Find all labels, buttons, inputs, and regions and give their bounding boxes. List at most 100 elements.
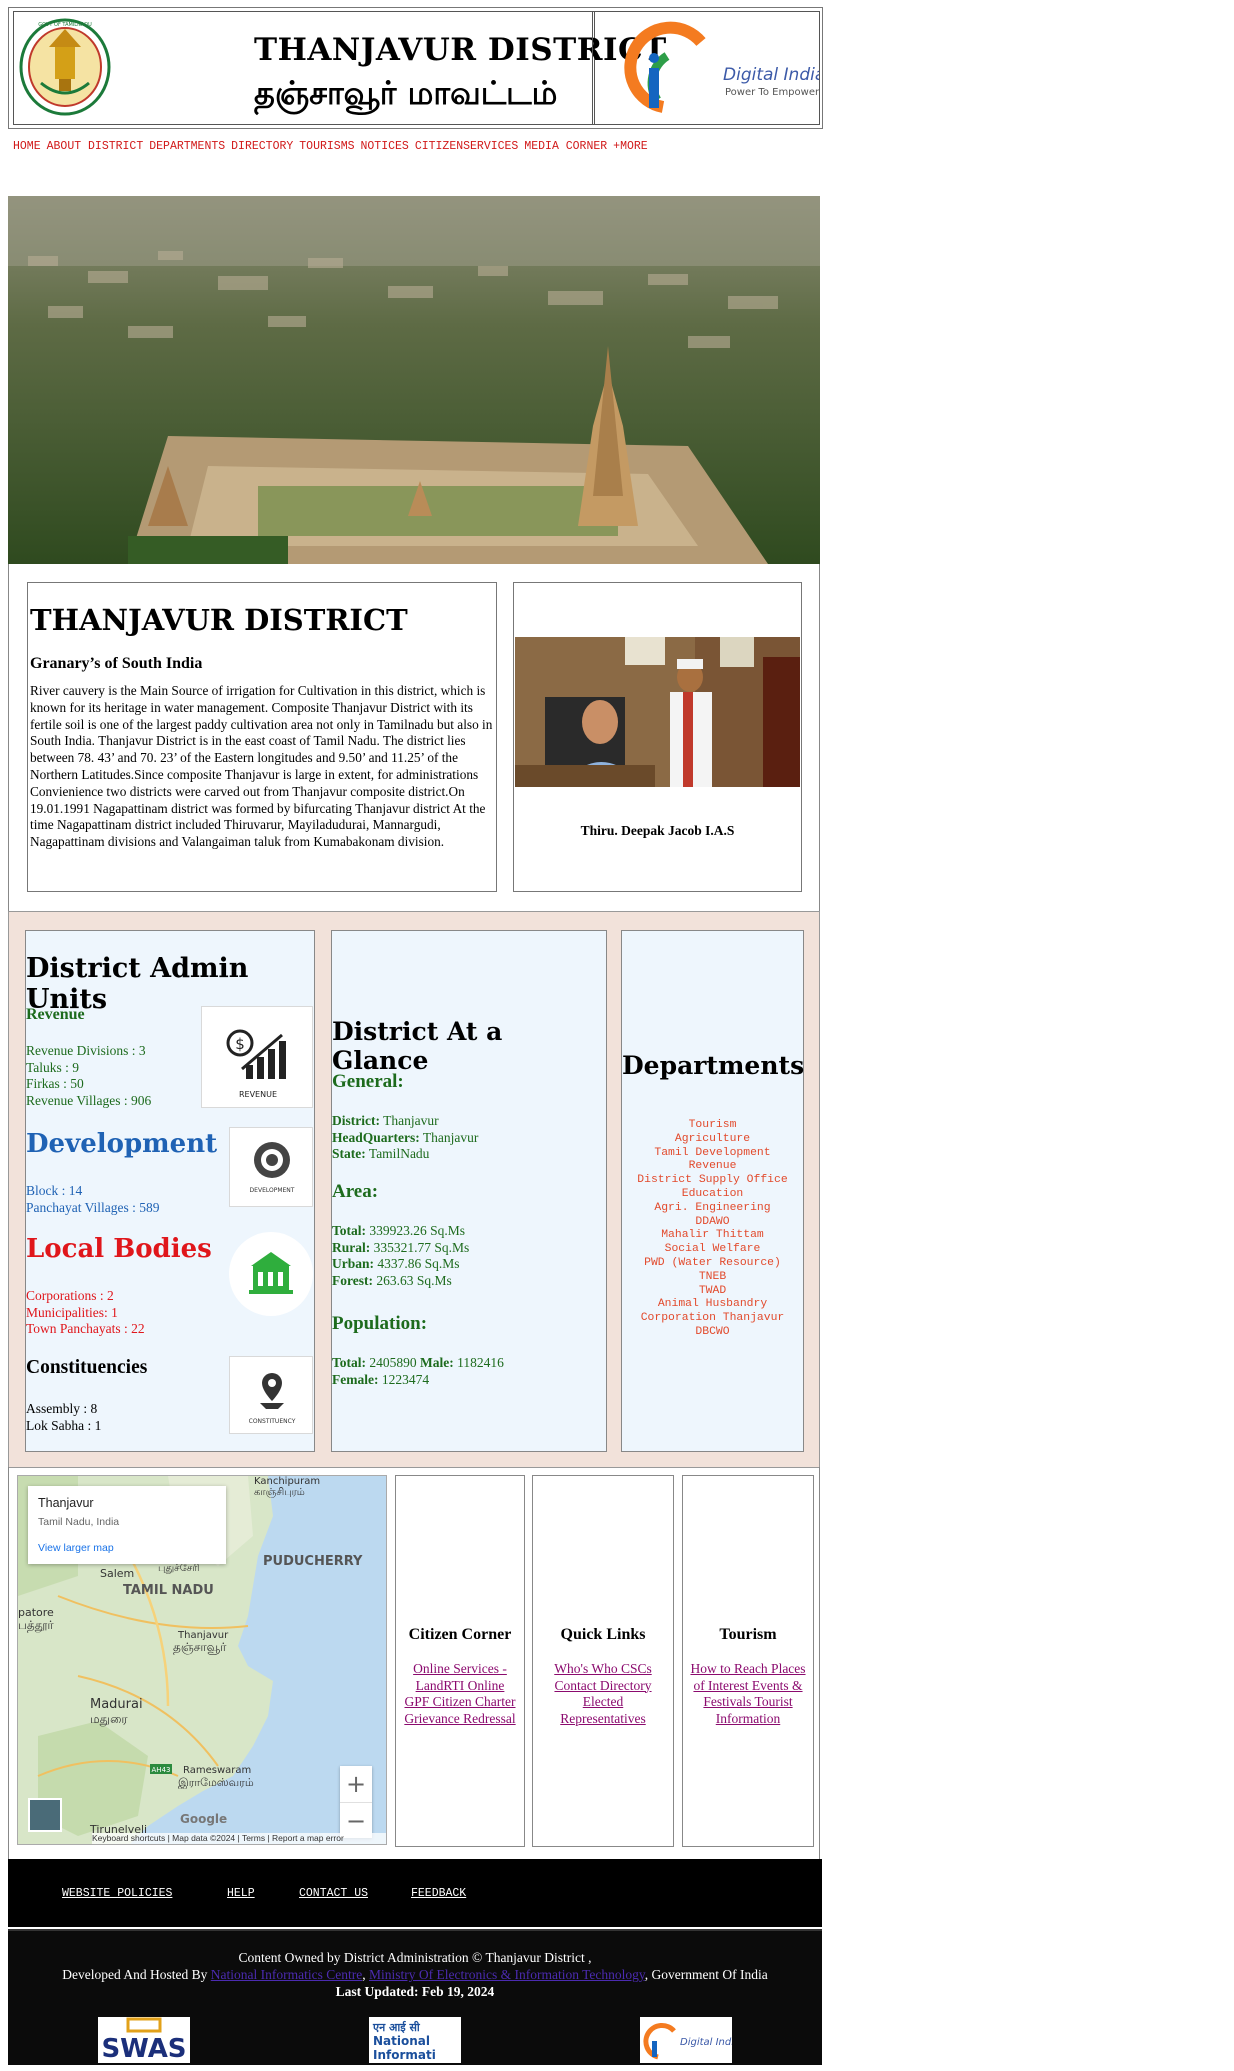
keyboard-shortcuts-link[interactable]: Keyboard shortcuts — [92, 1833, 165, 1843]
glance-area: Total: 339923.26 Sq.Ms Rural: 335321.77 … — [332, 1223, 469, 1289]
dept-item[interactable]: Tourism — [622, 1119, 803, 1133]
map-terms-link[interactable]: Terms — [242, 1833, 265, 1843]
glance-title: District At a Glance — [332, 1017, 503, 1075]
municipalities: Municipalities: 1 — [26, 1304, 118, 1320]
nav-directory[interactable]: DIRECTORY — [231, 140, 293, 153]
map-satellite-toggle[interactable] — [28, 1798, 62, 1832]
map-label-puducherry-state: PUDUCHERRY — [263, 1554, 363, 1569]
gpf-citizen-charter-link[interactable]: GPF Citizen Charter — [405, 1694, 516, 1709]
nav-more[interactable]: +MORE — [613, 140, 648, 153]
dept-item[interactable]: TWAD — [622, 1285, 803, 1299]
whos-who-link[interactable]: Who's Who CSCs — [554, 1661, 651, 1676]
header-title-panel: GOVT OF TAMILNADU THANJAVUR DISTRICT தஞ்… — [13, 11, 666, 125]
tamilnadu-emblem-logo[interactable]: GOVT OF TAMILNADU — [19, 17, 111, 117]
nav-notices[interactable]: NOTICES — [361, 140, 409, 153]
dept-item[interactable]: Agriculture — [622, 1133, 803, 1147]
content-owned-text: Content Owned by District Administration… — [238, 1950, 592, 1965]
meity-link[interactable]: Ministry Of Electronics & Information Te… — [369, 1967, 645, 1982]
development-gear-icon: DEVELOPMENT — [229, 1127, 313, 1207]
tourist-information-link[interactable]: Information — [716, 1711, 780, 1726]
glance-headquarters: HeadQuarters: Thanjavur — [332, 1129, 479, 1145]
map-place-region: Tamil Nadu, India — [38, 1516, 120, 1528]
quick-links-card: Quick Links Who's Who CSCs Contact Direc… — [532, 1475, 674, 1847]
nav-citizen-services[interactable]: CITIZENSERVICES — [415, 140, 519, 153]
dept-item[interactable]: DBCWO — [622, 1326, 803, 1340]
dept-item[interactable]: Education — [622, 1188, 803, 1202]
development-stats: Block : 14 Panchayat Villages : 589 — [26, 1183, 160, 1216]
google-logo: Google — [180, 1812, 227, 1826]
town-panchayats: Town Panchayats : 22 — [26, 1321, 145, 1336]
district-info-section: District Admin Units Revenue Revenue Div… — [8, 911, 820, 1468]
nav-media-corner[interactable]: MEDIA CORNER — [524, 140, 607, 153]
feedback-link[interactable]: FEEDBACK — [411, 1887, 466, 1900]
dept-item[interactable]: District Supply Office — [622, 1174, 803, 1188]
population-total-male: Total: 2405890 Male: 1182416 — [332, 1355, 504, 1370]
swas-logo[interactable]: SWAS — [98, 2017, 190, 2063]
digital-india-footer-logo[interactable]: Digital India — [640, 2017, 732, 2063]
nic-link[interactable]: National Informatics Centre — [211, 1967, 362, 1982]
google-map-embed[interactable]: AH43 Kanchipuram காஞ்சிபுரம் PUDUCHERRY … — [17, 1475, 387, 1845]
local-bodies-heading: Local Bodies — [26, 1234, 212, 1264]
blocks: Block : 14 — [26, 1183, 83, 1198]
dept-item[interactable]: DDAWO — [622, 1216, 803, 1230]
intro-section: THANJAVUR DISTRICT Granary’s of South In… — [8, 564, 820, 912]
report-map-error-link[interactable]: Report a map error — [272, 1833, 344, 1843]
revenue-icon: $ REVENUE — [201, 1006, 313, 1108]
area-forest: Forest: 263.63 Sq.Ms — [332, 1272, 452, 1288]
citizen-corner-title: Citizen Corner — [408, 1626, 512, 1643]
help-link[interactable]: HELP — [227, 1887, 255, 1900]
glance-general: District: Thanjavur HeadQuarters: Thanja… — [332, 1113, 478, 1163]
places-of-interest-link[interactable]: of Interest Events & — [693, 1678, 802, 1693]
map-label-tamilnadu: TAMIL NADU — [123, 1583, 214, 1598]
map-label-madurai-ta: மதுரை — [90, 1712, 128, 1727]
nav-tourisms[interactable]: TOURISMS — [299, 140, 354, 153]
nav-about-district[interactable]: ABOUT DISTRICT — [47, 140, 144, 153]
grievance-redressal-link[interactable]: Grievance Redressal — [404, 1711, 515, 1726]
links-section: AH43 Kanchipuram காஞ்சிபுரம் PUDUCHERRY … — [8, 1467, 820, 1859]
citizen-corner-card: Citizen Corner Online Services - LandRTI… — [395, 1475, 525, 1847]
glance-district: District: Thanjavur — [332, 1113, 439, 1128]
departments-list: Tourism Agriculture Tamil Development Re… — [622, 1119, 803, 1340]
firkas: Firkas : 50 — [26, 1076, 84, 1091]
dept-item[interactable]: Animal Husbandry — [622, 1298, 803, 1312]
dept-item[interactable]: Revenue — [622, 1160, 803, 1174]
view-larger-map-link[interactable]: View larger map — [38, 1542, 216, 1554]
dept-item[interactable]: PWD (Water Resource) — [622, 1257, 803, 1271]
dept-item[interactable]: Social Welfare — [622, 1243, 803, 1257]
zoom-in-button[interactable]: + — [340, 1766, 372, 1802]
quick-links-title: Quick Links — [560, 1626, 646, 1643]
svg-text:National: National — [373, 2034, 430, 2048]
svg-text:एन आई सी: एन आई सी — [372, 2020, 421, 2034]
departments-card: Departments Tourism Agriculture Tamil De… — [621, 930, 804, 1452]
svg-text:Informati: Informati — [373, 2048, 436, 2062]
contact-us-link[interactable]: CONTACT US — [299, 1887, 368, 1900]
map-label-salem: Salem — [100, 1567, 134, 1580]
dept-item[interactable]: TNEB — [622, 1271, 803, 1285]
representatives-link[interactable]: Representatives — [560, 1711, 645, 1726]
dept-item[interactable]: Tamil Development — [622, 1147, 803, 1161]
svg-text:SWAS: SWAS — [101, 2034, 186, 2063]
dept-item[interactable]: Agri. Engineering — [622, 1202, 803, 1216]
website-policies-link[interactable]: WEBSITE POLICIES — [62, 1887, 172, 1900]
departments-title: Departments — [622, 1051, 805, 1080]
constituencies-heading: Constituencies — [26, 1357, 148, 1378]
panchayat-villages: Panchayat Villages : 589 — [26, 1199, 160, 1215]
digital-india-tagline: Power To Empower — [725, 87, 820, 98]
elected-link[interactable]: Elected — [583, 1694, 623, 1709]
online-services-link[interactable]: Online Services - — [413, 1661, 507, 1676]
dept-item[interactable]: Mahalir Thittam — [622, 1229, 803, 1243]
land-rti-link[interactable]: LandRTI Online — [416, 1678, 505, 1693]
contact-directory-link[interactable]: Contact Directory — [554, 1678, 651, 1693]
how-to-reach-link[interactable]: How to Reach Places — [690, 1661, 805, 1676]
map-label-rameswaram: Rameswaram — [183, 1765, 251, 1776]
dept-item[interactable]: Corporation Thanjavur — [622, 1312, 803, 1326]
digital-india-logo[interactable]: Digital India Power To Empower — [592, 11, 820, 125]
nav-home[interactable]: HOME — [13, 140, 41, 153]
constituency-icon: CONSTITUENCY — [229, 1356, 313, 1434]
nic-logo[interactable]: एन आई सी National Informati — [369, 2017, 461, 2063]
svg-text:GOVT OF TAMILNADU: GOVT OF TAMILNADU — [38, 22, 92, 28]
lok-sabha: Lok Sabha : 1 — [26, 1417, 102, 1433]
nav-departments[interactable]: DEPARTMENTS — [149, 140, 225, 153]
festivals-link[interactable]: Festivals Tourist — [703, 1694, 792, 1709]
revenue-villages: Revenue Villages : 906 — [26, 1092, 152, 1108]
